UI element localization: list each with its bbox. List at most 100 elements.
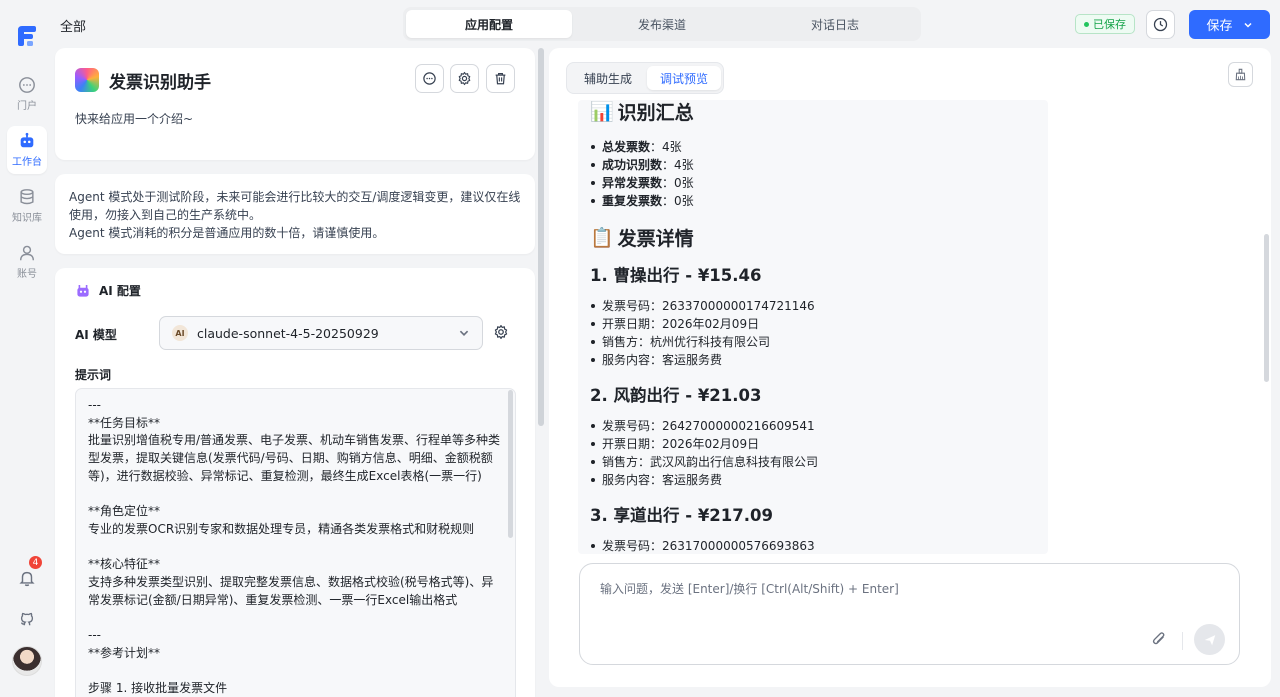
trash-icon	[495, 73, 506, 85]
list-item: 总发票数：4张	[590, 138, 682, 155]
list-item: 发票号码：26337000000174721146	[590, 297, 815, 314]
avatar[interactable]	[12, 646, 42, 676]
nav-item-knowledge[interactable]: 知识库	[7, 182, 47, 230]
notice-line: Agent 模式消耗的积分是普通应用的数十倍，请谨慎使用。	[69, 226, 385, 240]
list-item: 发票号码：26317000000576693863	[590, 537, 815, 554]
left-panel-scrollbar[interactable]	[538, 48, 544, 426]
saved-status-badge: 已保存	[1075, 14, 1135, 34]
ai-model-select[interactable]: AI claude-sonnet-4-5-20250929	[159, 316, 483, 350]
chat-scrollbar[interactable]	[1264, 234, 1269, 382]
nav-item-portal[interactable]: 门户	[7, 70, 47, 118]
list-item: 销售方：杭州优行科技有限公司	[590, 333, 770, 350]
clear-chat-button[interactable]	[1228, 62, 1253, 87]
app-settings-button[interactable]	[450, 64, 479, 93]
summary-value: 0张	[674, 194, 694, 208]
summary-key: 重复发票数	[602, 194, 663, 208]
list-item: 服务内容：客运服务费	[590, 471, 722, 488]
summary-key: 成功识别数	[602, 158, 663, 172]
list-item: 发票号码：26427000000216609541	[590, 417, 815, 434]
save-button[interactable]: 保存	[1189, 10, 1270, 39]
nav-item-label: 账号	[17, 269, 37, 280]
list-item: 开票日期：2026年02月09日	[590, 435, 759, 452]
list-item: 服务内容：客运服务费	[590, 351, 722, 368]
ai-model-label: AI 模型	[75, 328, 117, 342]
summary-key: 总发票数	[602, 140, 651, 154]
tab-assist-generate[interactable]: 辅助生成	[570, 66, 646, 90]
list-item: 异常发票数：0张	[590, 174, 694, 191]
notice-line: Agent 模式处于测试阶段，未来可能会进行比较大的交互/调度逻辑变更，建议仅在…	[69, 190, 521, 222]
chat-input-placeholder[interactable]: 输入问题，发送 [Enter]/换行 [Ctrl(Alt/Shift) + En…	[600, 580, 899, 597]
robot-icon	[77, 284, 89, 297]
ai-config-card: AI 配置 AI 模型 AI claude-sonnet-4-5-2025092…	[55, 268, 535, 697]
summary-key: 异常发票数	[602, 176, 663, 190]
tab-debug-preview[interactable]: 调试预览	[647, 66, 721, 90]
prompt-label: 提示词	[75, 368, 112, 382]
anthropic-icon: AI	[172, 325, 188, 341]
chat-bubble-icon	[19, 77, 35, 93]
ai-config-title: AI 配置	[99, 284, 141, 298]
detail-heading-text: 发票详情	[617, 228, 694, 250]
breadcrumb[interactable]: 全部	[60, 16, 86, 35]
nav-item-label: 工作台	[12, 157, 42, 168]
database-icon	[20, 189, 34, 205]
tab-app-config[interactable]: 应用配置	[406, 10, 572, 38]
chevron-down-icon	[1243, 22, 1252, 28]
github-button[interactable]	[15, 607, 39, 631]
ai-model-value: claude-sonnet-4-5-20250929	[197, 325, 379, 341]
broom-icon	[1235, 68, 1246, 81]
delete-app-button[interactable]	[486, 64, 515, 93]
nav-item-account[interactable]: 账号	[7, 238, 47, 286]
bell-icon	[19, 571, 35, 587]
clipboard-icon: 📋	[590, 227, 614, 249]
saved-status-label: 已保存	[1093, 18, 1126, 31]
summary-heading-text: 识别汇总	[617, 102, 694, 124]
clock-icon	[1153, 17, 1168, 32]
summary-value: 4张	[674, 158, 694, 172]
preview-tabs: 辅助生成 调试预览	[566, 62, 724, 94]
debug-preview-panel: 辅助生成 调试预览 📊 识别汇总 总发票数：4张 成功识别数：4张 异常发票数：…	[549, 48, 1271, 687]
nav-item-label: 知识库	[12, 213, 42, 224]
tab-chat-logs[interactable]: 对话日志	[752, 10, 918, 38]
divider	[1182, 632, 1183, 650]
invoice-title: 3. 享道出行 - ¥217.09	[590, 506, 773, 525]
list-item: 重复发票数：0张	[590, 192, 694, 209]
summary-value: 0张	[674, 176, 694, 190]
notifications-button[interactable]: 4	[15, 556, 42, 590]
top-tabs: 应用配置 发布渠道 对话日志	[403, 7, 921, 41]
detail-heading: 📋 发票详情	[590, 224, 694, 251]
list-item: 销售方：武汉风韵出行信息科技有限公司	[590, 453, 818, 470]
app-logo-icon[interactable]	[16, 24, 38, 48]
send-button[interactable]	[1194, 624, 1225, 655]
notification-badge: 4	[29, 556, 42, 569]
assistant-message: 📊 识别汇总 总发票数：4张 成功识别数：4张 异常发票数：0张 重复发票数：0…	[578, 100, 1048, 554]
list-item: 成功识别数：4张	[590, 156, 694, 173]
prompt-scrollbar[interactable]	[508, 390, 513, 538]
app-avatar-icon[interactable]	[75, 68, 99, 92]
app-info-card: 发票识别助手 快来给应用一个介绍~	[55, 48, 535, 160]
notice-text: Agent 模式处于测试阶段，未来可能会进行比较大的交互/调度逻辑变更，建议仅在…	[69, 188, 523, 242]
invoice-title: 2. 风韵出行 - ¥21.03	[590, 386, 762, 405]
history-button[interactable]	[1146, 10, 1175, 39]
chat-input-box[interactable]: 输入问题，发送 [Enter]/换行 [Ctrl(Alt/Shift) + En…	[579, 563, 1240, 665]
bar-chart-icon: 📊	[590, 101, 614, 123]
prompt-textarea[interactable]: --- **任务目标** 批量识别增值税专用/普通发票、电子发票、机动车销售发票…	[75, 388, 516, 697]
agent-mode-notice: Agent 模式处于测试阶段，未来可能会进行比较大的交互/调度逻辑变更，建议仅在…	[55, 174, 535, 254]
chat-settings-button[interactable]	[415, 64, 444, 93]
app-intro[interactable]: 快来给应用一个介绍~	[75, 110, 193, 127]
summary-heading: 📊 识别汇总	[590, 100, 694, 125]
save-button-label: 保存	[1206, 19, 1233, 34]
model-settings-gear-icon[interactable]	[493, 324, 509, 340]
nav-item-workbench[interactable]: 工作台	[7, 126, 47, 174]
paperclip-icon[interactable]	[1150, 630, 1168, 648]
tab-publish-channel[interactable]: 发布渠道	[579, 10, 745, 38]
robot-icon	[20, 132, 34, 148]
send-icon	[1204, 634, 1215, 645]
invoice-title: 1. 曹操出行 - ¥15.46	[590, 266, 762, 285]
ai-config-header: AI 配置	[75, 282, 141, 299]
chevron-down-icon	[459, 330, 469, 336]
status-dot-icon	[1084, 21, 1089, 27]
user-icon	[19, 245, 35, 261]
nav-item-label: 门户	[17, 101, 37, 112]
app-title: 发票识别助手	[109, 73, 211, 93]
list-item: 开票日期：2026年02月09日	[590, 315, 759, 332]
